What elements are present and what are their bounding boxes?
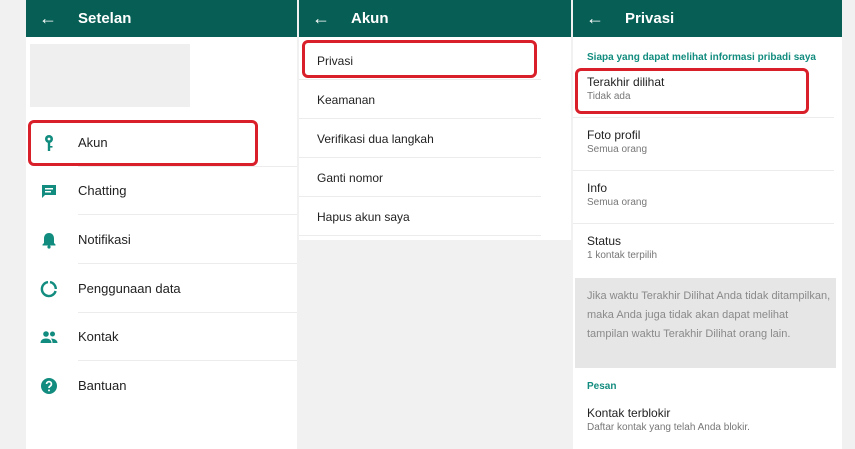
settings-app-bar: ← Setelan (26, 0, 297, 37)
divider (78, 214, 297, 215)
account-title: Akun (351, 10, 389, 27)
settings-item-penggunaan-data[interactable]: Penggunaan data (26, 265, 297, 313)
profile-header[interactable] (30, 44, 190, 107)
account-panel: ← Akun Privasi Keamanan Verifikasi dua l… (299, 0, 571, 240)
account-item-label: Verifikasi dua langkah (317, 132, 434, 146)
settings-item-label: Akun (78, 135, 108, 150)
section-header-personal-info: Siapa yang dapat melihat informasi priba… (587, 52, 816, 63)
privacy-item-value: Tidak ada (587, 91, 631, 102)
arrow-left-icon[interactable]: ← (312, 7, 332, 29)
privacy-item-title: Status (587, 234, 622, 248)
settings-item-label: Chatting (78, 183, 127, 198)
settings-item-label: Kontak (78, 329, 119, 344)
settings-item-label: Notifikasi (78, 232, 131, 247)
account-app-bar: ← Akun (299, 0, 571, 37)
account-item-label: Keamanan (317, 93, 376, 107)
privacy-app-bar: ← Privasi (573, 0, 842, 37)
account-item-keamanan[interactable]: Keamanan (299, 80, 571, 119)
settings-item-bantuan[interactable]: Bantuan (26, 362, 297, 410)
settings-item-chatting[interactable]: Chatting (26, 167, 297, 215)
contacts-icon (40, 331, 58, 343)
key-icon (45, 135, 53, 151)
account-item-label: Ganti nomor (317, 171, 384, 185)
account-item-hapus-akun[interactable]: Hapus akun saya (299, 197, 571, 236)
arrow-left-icon[interactable]: ← (586, 7, 606, 29)
settings-panel: ← Setelan Akun Chatting Notifikasi Pengg… (26, 0, 297, 449)
settings-item-label: Bantuan (78, 378, 127, 393)
section-header-messages: Pesan (587, 381, 617, 392)
privacy-item-value: Semua orang (587, 197, 648, 208)
settings-item-kontak[interactable]: Kontak (26, 313, 297, 361)
last-seen-info-note: Jika waktu Terakhir Dilihat Anda tidak d… (575, 278, 836, 368)
settings-title: Setelan (78, 10, 132, 27)
privacy-item-status[interactable]: Status 1 kontak terpilih (573, 224, 842, 277)
privacy-item-info[interactable]: Info Semua orang (573, 171, 842, 224)
account-item-verifikasi-dua-langkah[interactable]: Verifikasi dua langkah (299, 119, 571, 158)
arrow-left-icon[interactable]: ← (39, 7, 59, 29)
note-text: Jika waktu Terakhir Dilihat Anda tidak d… (587, 290, 831, 340)
privacy-title: Privasi (625, 10, 675, 27)
privacy-panel: ← Privasi Siapa yang dapat melihat infor… (573, 0, 842, 449)
privacy-item-title: Info (587, 181, 608, 195)
help-icon (41, 378, 57, 394)
account-item-label: Privasi (317, 54, 354, 68)
settings-item-label: Penggunaan data (78, 281, 181, 296)
privacy-item-kontak-terblokir[interactable]: Kontak terblokir Daftar kontak yang tela… (573, 396, 842, 449)
account-item-ganti-nomor[interactable]: Ganti nomor (299, 158, 571, 197)
account-item-label: Hapus akun saya (317, 210, 410, 224)
privacy-item-value: Daftar kontak yang telah Anda blokir. (587, 422, 750, 433)
privacy-item-title: Kontak terblokir (587, 406, 671, 420)
divider (299, 235, 541, 236)
bell-icon (42, 233, 56, 249)
settings-item-notifikasi[interactable]: Notifikasi (26, 216, 297, 264)
privacy-item-title: Foto profil (587, 128, 641, 142)
divider (78, 263, 297, 264)
privacy-item-terakhir-dilihat[interactable]: Terakhir dilihat Tidak ada (573, 65, 842, 118)
chat-icon (42, 185, 56, 198)
data-usage-icon (40, 280, 57, 298)
settings-item-akun[interactable]: Akun (26, 119, 297, 167)
divider (78, 360, 297, 361)
account-item-privasi[interactable]: Privasi (299, 41, 571, 80)
privacy-item-value: Semua orang (587, 144, 648, 155)
privacy-item-foto-profil[interactable]: Foto profil Semua orang (573, 118, 842, 171)
privacy-item-value: 1 kontak terpilih (587, 250, 658, 261)
privacy-item-title: Terakhir dilihat (587, 75, 665, 89)
